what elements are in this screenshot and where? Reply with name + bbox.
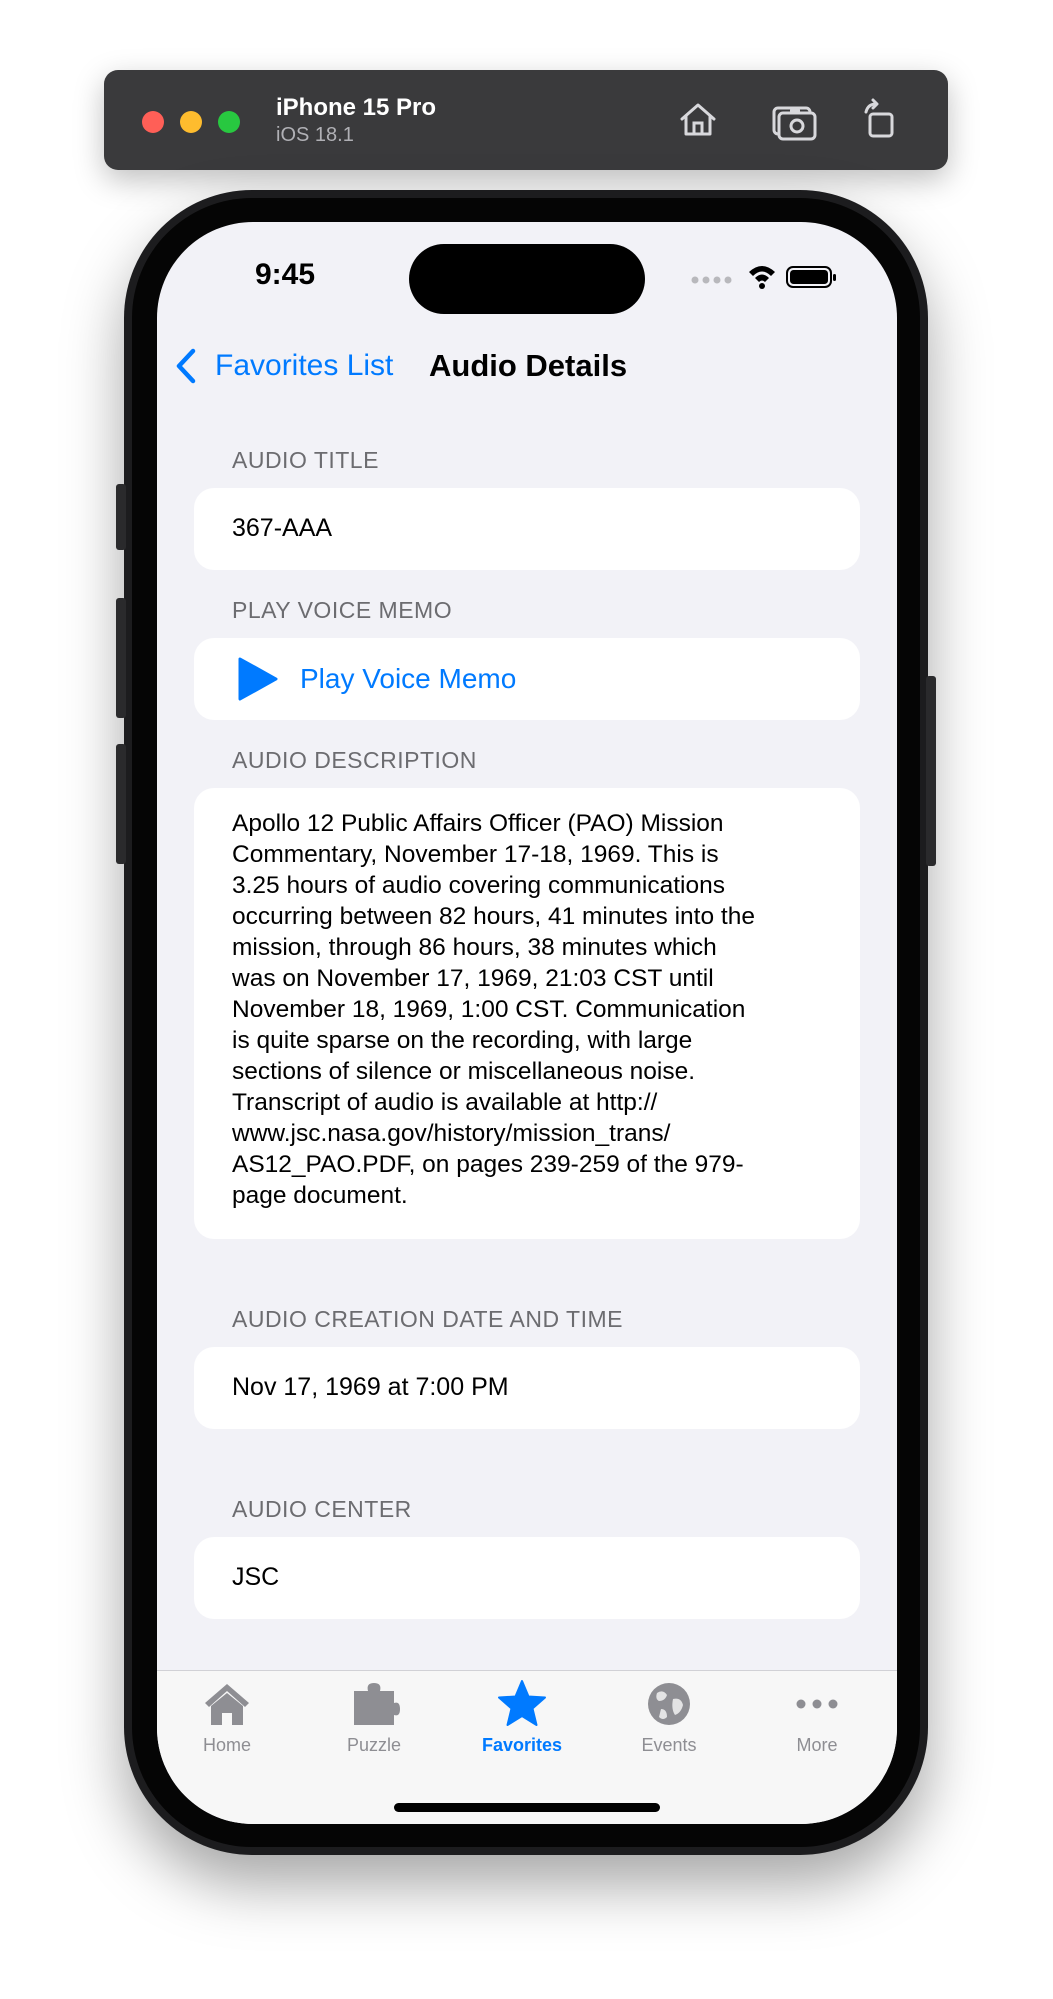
rotate-button[interactable] [856, 96, 904, 144]
screenshot-button[interactable] [770, 96, 818, 144]
dynamic-island [409, 244, 645, 314]
audio-description-header: AUDIO DESCRIPTION [232, 747, 477, 773]
audio-center-value: JSC [232, 1563, 280, 1591]
page-title: Audio Details [429, 348, 628, 383]
volume-down-button [116, 744, 126, 864]
puzzle-icon [354, 1683, 400, 1725]
globe-icon [648, 1683, 690, 1725]
rotate-icon [864, 98, 894, 138]
description-line: Transcript of audio is available at http… [232, 1089, 658, 1116]
back-button[interactable]: Favorites List [173, 344, 393, 388]
description-line: mission, through 86 hours, 38 minutes wh… [232, 934, 717, 961]
side-button [926, 676, 936, 866]
tab-home-label: Home [202, 1735, 251, 1755]
description-line: sections of silence or miscellaneous noi… [232, 1058, 696, 1085]
ellipsis-icon [796, 1699, 838, 1709]
play-icon [238, 657, 278, 701]
back-button-label: Favorites List [215, 349, 394, 382]
simulator-device-name: iPhone 15 Pro [276, 94, 437, 121]
creation-date-header: AUDIO CREATION DATE AND TIME [232, 1306, 623, 1332]
house-icon [205, 1684, 249, 1725]
minimize-window-button[interactable] [180, 111, 202, 133]
description-line: Commentary, November 17-18, 1969. This i… [232, 841, 719, 868]
tab-favorites-label: Favorites [481, 1735, 563, 1755]
creation-date-cell: Nov 17, 1969 at 7:00 PM [194, 1347, 860, 1429]
tab-puzzle-label: Puzzle [346, 1735, 402, 1755]
phone-screen: 9:45 Favorites List Audio Details AUDIO … [157, 222, 897, 1824]
voice-memo-header: PLAY VOICE MEMO [232, 597, 453, 623]
home-button[interactable] [674, 96, 722, 144]
description-line: occurring between 82 hours, 41 minutes i… [232, 903, 755, 930]
tab-more-label: More [796, 1735, 838, 1755]
zoom-window-button[interactable] [218, 111, 240, 133]
audio-title-value: 367-AAA [232, 514, 333, 542]
description-line: November 18, 1969, 1:00 CST. Communicati… [232, 996, 746, 1023]
battery-icon [786, 266, 836, 288]
play-voice-memo-button[interactable]: Play Voice Memo [194, 638, 860, 720]
description-line: page document. [232, 1182, 408, 1209]
chevron-left-icon [176, 348, 196, 384]
description-line: was on November 17, 1969, 21:03 CST unti… [232, 965, 714, 992]
star-icon [498, 1680, 546, 1726]
house-icon [680, 103, 716, 136]
close-window-button[interactable] [142, 111, 164, 133]
tab-events-label: Events [641, 1735, 697, 1755]
tab-bar: Home Puzzle Favorites Events More [157, 1670, 897, 1824]
tab-events[interactable]: Events [609, 1679, 729, 1756]
action-button [116, 484, 126, 550]
simulator-os-version: iOS 18.1 [276, 124, 354, 146]
description-line: www.jsc.nasa.gov/history/mission_trans/ [232, 1120, 671, 1147]
description-line: Apollo 12 Public Affairs Officer (PAO) M… [232, 810, 724, 837]
play-voice-memo-label: Play Voice Memo [300, 663, 517, 694]
creation-date-value: Nov 17, 1969 at 7:00 PM [232, 1373, 509, 1401]
audio-description-text: Apollo 12 Public Affairs Officer (PAO) M… [232, 808, 832, 1211]
audio-center-header: AUDIO CENTER [232, 1496, 412, 1522]
status-time: 9:45 [255, 258, 316, 291]
audio-title-header: AUDIO TITLE [232, 447, 379, 473]
cellular-signal-icon [691, 276, 732, 284]
status-indicators [691, 266, 836, 289]
tab-more[interactable]: More [757, 1679, 877, 1756]
camera-icon [772, 106, 817, 141]
description-line: AS12_PAO.PDF, on pages 239-259 of the 97… [232, 1151, 744, 1178]
audio-title-cell: 367-AAA [194, 488, 860, 570]
audio-description-cell: Apollo 12 Public Affairs Officer (PAO) M… [194, 788, 860, 1239]
description-line: is quite sparse on the recording, with l… [232, 1027, 693, 1054]
tab-home[interactable]: Home [167, 1679, 287, 1756]
description-line: 3.25 hours of audio covering communicati… [232, 872, 726, 899]
tab-puzzle[interactable]: Puzzle [314, 1679, 434, 1756]
home-indicator[interactable] [394, 1803, 660, 1812]
volume-up-button [116, 598, 126, 718]
tab-favorites[interactable]: Favorites [462, 1679, 582, 1756]
simulator-toolbar: iPhone 15 Pro iOS 18.1 [104, 70, 948, 170]
wifi-icon [749, 266, 775, 289]
audio-center-cell: JSC [194, 1537, 860, 1619]
